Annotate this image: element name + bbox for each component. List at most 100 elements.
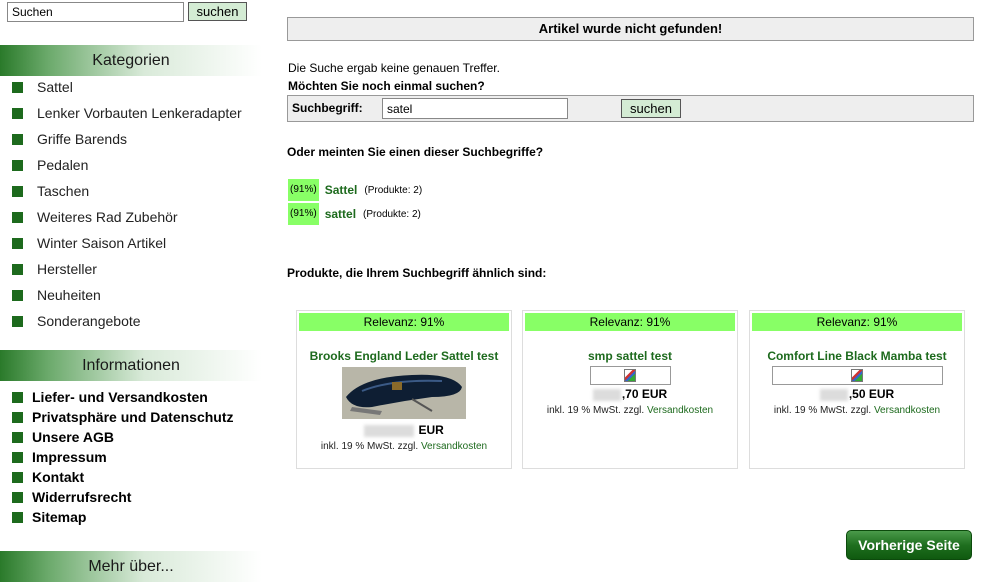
green-square-icon <box>12 451 23 463</box>
previous-page-button[interactable]: Vorherige Seite <box>846 530 972 560</box>
green-square-icon <box>12 511 23 523</box>
search-form: Suchbegriff: suchen <box>287 95 974 122</box>
saddle-image <box>342 367 466 419</box>
category-item[interactable]: Taschen <box>12 178 242 204</box>
green-square-icon <box>12 185 23 197</box>
info-item[interactable]: Sitemap <box>12 507 234 527</box>
info-label: Widerrufsrecht <box>32 489 132 505</box>
product-image[interactable] <box>771 366 943 385</box>
suggestion-item: (91%) sattel (Produkte: 2) <box>288 203 421 225</box>
product-price: ,70 EUR <box>523 387 737 401</box>
hidden-price <box>592 388 621 401</box>
product-name-link[interactable]: Comfort Line Black Mamba test <box>750 349 964 363</box>
info-item[interactable]: Unsere AGB <box>12 427 234 447</box>
category-label: Winter Saison Artikel <box>37 235 167 251</box>
product-name-link[interactable]: Brooks England Leder Sattel test <box>297 349 511 363</box>
info-item[interactable]: Impressum <box>12 447 234 467</box>
product-name-link[interactable]: smp sattel test <box>523 349 737 363</box>
info-label: Liefer- und Versandkosten <box>32 389 208 405</box>
price-suffix: EUR <box>418 423 444 437</box>
green-square-icon <box>12 107 23 119</box>
sidebar-search-button[interactable]: suchen <box>188 2 247 21</box>
green-square-icon <box>12 133 23 145</box>
hidden-price <box>364 424 415 437</box>
category-label: Neuheiten <box>37 287 101 303</box>
green-square-icon <box>12 81 23 93</box>
tax-text: inkl. 19 % MwSt. zzgl. <box>320 441 419 452</box>
tax-info: inkl. 19 % MwSt. zzgl. Versandkosten <box>523 405 737 416</box>
tax-text: inkl. 19 % MwSt. zzgl. <box>546 405 645 416</box>
sidebar-search-input[interactable] <box>7 2 184 22</box>
info-item[interactable]: Kontakt <box>12 467 234 487</box>
green-square-icon <box>12 471 23 483</box>
suggestion-percent: (91%) <box>288 179 319 201</box>
product-price: ,50 EUR <box>750 387 964 401</box>
category-label: Sattel <box>37 79 73 95</box>
green-square-icon <box>12 431 23 443</box>
green-square-icon <box>12 289 23 301</box>
suggestion-item: (91%) Sattel (Produkte: 2) <box>288 179 422 201</box>
product-card: Relevanz: 91% smp sattel test ,70 EUR in… <box>522 310 738 469</box>
broken-image-icon <box>624 369 636 382</box>
green-square-icon <box>12 491 23 503</box>
category-label: Taschen <box>37 183 90 199</box>
tax-info: inkl. 19 % MwSt. zzgl. Versandkosten <box>297 441 511 452</box>
category-label: Sonderangebote <box>37 313 141 329</box>
product-image[interactable] <box>589 366 671 385</box>
price-suffix: ,50 EUR <box>848 387 895 401</box>
green-square-icon <box>12 411 23 423</box>
page-title: Artikel wurde nicht gefunden! <box>287 17 974 41</box>
shipping-link[interactable]: Versandkosten <box>647 405 713 416</box>
information-list: Liefer- und Versandkosten Privatsphäre u… <box>12 387 234 527</box>
green-square-icon <box>12 315 23 327</box>
suggestion-count: (Produkte: 2) <box>364 184 423 196</box>
green-square-icon <box>12 237 23 249</box>
tax-info: inkl. 19 % MwSt. zzgl. Versandkosten <box>750 405 964 416</box>
category-item[interactable]: Sonderangebote <box>12 308 242 334</box>
search-again-text: Möchten Sie noch einmal suchen? <box>288 79 485 93</box>
suggestion-link[interactable]: sattel <box>325 207 356 221</box>
info-item[interactable]: Privatsphäre und Datenschutz <box>12 407 234 427</box>
category-item[interactable]: Neuheiten <box>12 282 242 308</box>
category-item[interactable]: Hersteller <box>12 256 242 282</box>
hidden-price <box>819 388 848 401</box>
category-item[interactable]: Sattel <box>12 74 242 100</box>
green-square-icon <box>12 211 23 223</box>
search-button[interactable]: suchen <box>621 99 681 118</box>
info-item[interactable]: Widerrufsrecht <box>12 487 234 507</box>
suggestion-link[interactable]: Sattel <box>325 183 358 197</box>
product-card: Relevanz: 91% Brooks England Leder Satte… <box>296 310 512 469</box>
no-exact-match-text: Die Suche ergab keine genauen Treffer. <box>288 61 500 75</box>
info-label: Unsere AGB <box>32 429 114 445</box>
category-label: Griffe Barends <box>37 131 128 147</box>
shipping-link[interactable]: Versandkosten <box>421 441 487 452</box>
info-label: Impressum <box>32 449 107 465</box>
did-you-mean-heading: Oder meinten Sie einen dieser Suchbegrif… <box>287 145 544 159</box>
sidebar: suchen Kategorien Sattel Lenker Vorbaute… <box>0 0 262 582</box>
relevance-badge: Relevanz: 91% <box>752 313 962 331</box>
category-label: Weiteres Rad Zubehör <box>37 209 178 225</box>
more-about-header: Mehr über... <box>0 551 262 582</box>
search-label: Suchbegriff: <box>292 101 363 115</box>
relevance-badge: Relevanz: 91% <box>525 313 735 331</box>
category-item[interactable]: Lenker Vorbauten Lenkeradapter <box>12 100 242 126</box>
information-header: Informationen <box>0 350 262 381</box>
category-label: Lenker Vorbauten Lenkeradapter <box>37 105 242 121</box>
category-label: Pedalen <box>37 157 89 173</box>
info-label: Kontakt <box>32 469 85 485</box>
green-square-icon <box>12 159 23 171</box>
info-item[interactable]: Liefer- und Versandkosten <box>12 387 234 407</box>
relevance-badge: Relevanz: 91% <box>299 313 509 331</box>
product-image[interactable] <box>342 367 466 419</box>
category-item[interactable]: Weiteres Rad Zubehör <box>12 204 242 230</box>
info-label: Privatsphäre und Datenschutz <box>32 409 234 425</box>
category-item[interactable]: Griffe Barends <box>12 126 242 152</box>
search-term-input[interactable] <box>382 98 568 119</box>
product-price: EUR <box>297 423 511 437</box>
category-item[interactable]: Pedalen <box>12 152 242 178</box>
categories-header: Kategorien <box>0 45 262 76</box>
category-item[interactable]: Winter Saison Artikel <box>12 230 242 256</box>
shipping-link[interactable]: Versandkosten <box>874 405 940 416</box>
suggestion-count: (Produkte: 2) <box>363 208 421 220</box>
similar-products-heading: Produkte, die Ihrem Suchbegriff ähnlich … <box>287 266 547 280</box>
